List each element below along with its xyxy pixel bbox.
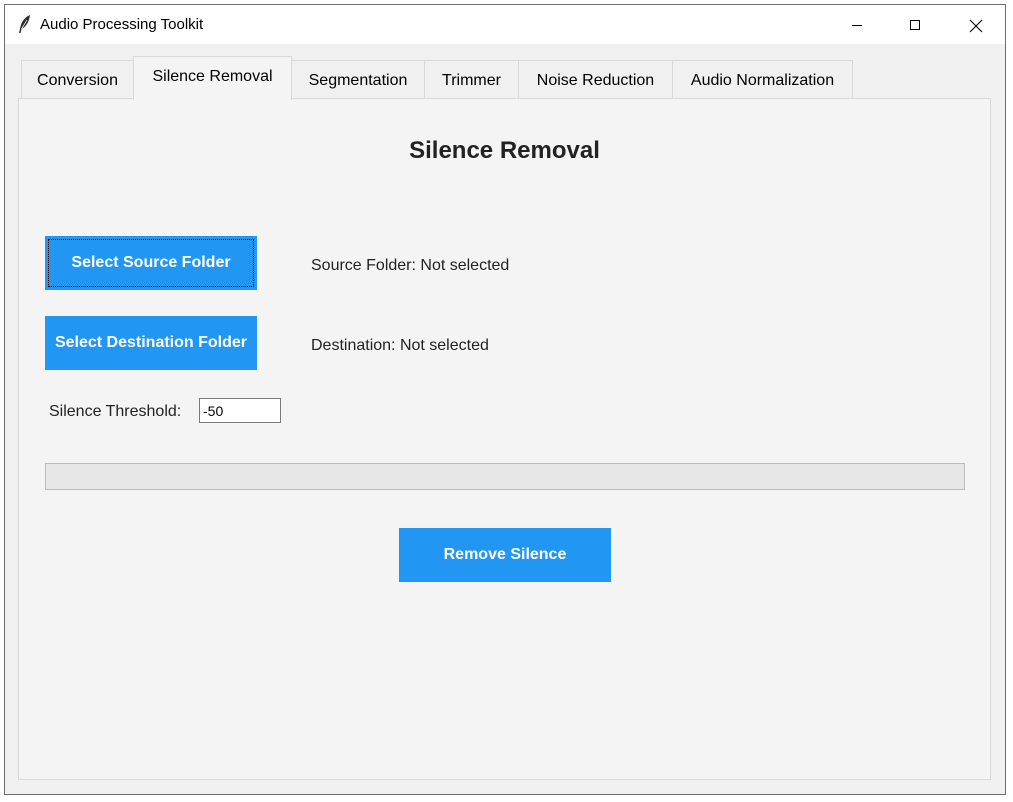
focus-ring <box>48 239 254 287</box>
progress-bar <box>45 463 965 490</box>
tab-noise-reduction[interactable]: Noise Reduction <box>518 60 673 98</box>
close-icon <box>969 19 983 33</box>
close-button[interactable] <box>946 5 1004 44</box>
maximize-button[interactable] <box>886 5 944 44</box>
title-bar[interactable]: Audio Processing Toolkit <box>5 5 1005 44</box>
minimize-icon <box>852 25 862 26</box>
remove-silence-button[interactable]: Remove Silence <box>399 528 611 582</box>
select-source-folder-button[interactable]: Select Source Folder <box>45 236 257 290</box>
tab-trimmer[interactable]: Trimmer <box>424 60 519 98</box>
silence-removal-panel: Silence Removal Select Source Folder Sou… <box>18 98 991 780</box>
app-window: Audio Processing Toolkit Conversion Sile… <box>4 4 1006 795</box>
silence-threshold-label: Silence Threshold: <box>49 403 182 420</box>
tab-audio-normalization[interactable]: Audio Normalization <box>672 60 853 98</box>
maximize-icon <box>910 20 920 30</box>
tab-segmentation[interactable]: Segmentation <box>291 60 425 98</box>
page-title: Silence Removal <box>409 137 600 164</box>
tab-silence-removal[interactable]: Silence Removal <box>133 56 292 100</box>
destination-folder-status: Destination: Not selected <box>311 337 489 354</box>
select-destination-folder-button[interactable]: Select Destination Folder <box>45 316 257 370</box>
window-title: Audio Processing Toolkit <box>40 16 204 33</box>
minimize-button[interactable] <box>828 5 886 44</box>
tab-conversion[interactable]: Conversion <box>21 60 134 98</box>
silence-threshold-input[interactable] <box>199 398 281 423</box>
source-folder-status: Source Folder: Not selected <box>311 257 510 274</box>
feather-icon <box>17 14 33 34</box>
